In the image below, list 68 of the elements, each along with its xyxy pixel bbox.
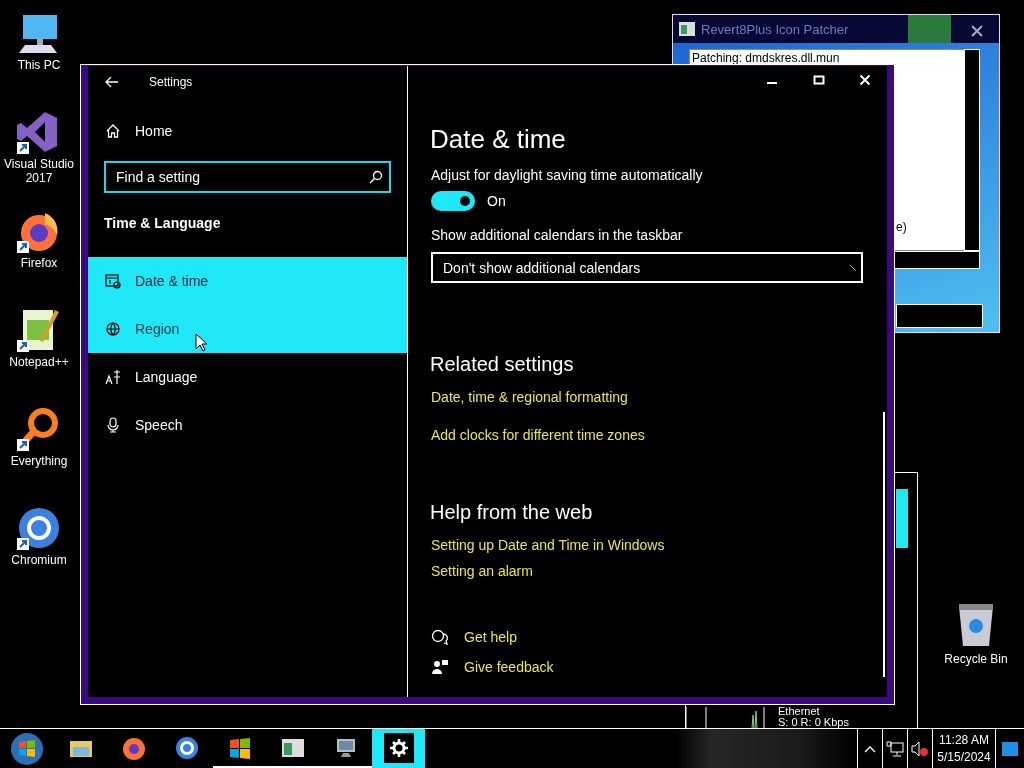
- speaker-icon: [911, 740, 929, 757]
- footer-link[interactable]: Get help: [464, 629, 517, 645]
- nav-item[interactable]: Language: [88, 353, 407, 401]
- network-tray-button[interactable]: [882, 729, 907, 768]
- chromium-icon: [173, 734, 200, 761]
- window-title: Revert8Plus Icon Patcher: [701, 21, 849, 37]
- settings-link[interactable]: Add clocks for different time zones: [431, 427, 645, 443]
- input-field[interactable]: [896, 304, 983, 328]
- scrollbar-thumb[interactable]: [896, 489, 908, 548]
- maximize-button[interactable]: [813, 74, 825, 86]
- app-icon: [679, 22, 695, 36]
- microphone-icon: [105, 417, 121, 433]
- help-link[interactable]: Setting up Date and Time in Windows: [431, 537, 665, 553]
- minimize-icon: [767, 82, 777, 84]
- maximize-icon: [813, 74, 825, 86]
- nav-item[interactable]: Region: [88, 305, 407, 353]
- scrollbar-thumb[interactable]: [883, 412, 885, 677]
- home-icon: [105, 123, 121, 139]
- notification-icon: [1002, 741, 1018, 756]
- desktop-icon-label[interactable]: Visual Studio 2017: [0, 157, 78, 185]
- search-input[interactable]: Find a setting: [116, 169, 369, 185]
- desktop-icon-label[interactable]: Firefox: [20, 256, 58, 270]
- back-icon[interactable]: [105, 76, 119, 88]
- chevron-up-icon: [864, 744, 876, 753]
- clock-time: 11:28 AM: [939, 731, 989, 749]
- help-link[interactable]: Setting an alarm: [431, 563, 533, 579]
- toggle-switch[interactable]: [431, 191, 475, 211]
- log-line: Patching: dmdskres.dll.mun: [692, 51, 840, 65]
- footer-link[interactable]: Give feedback: [464, 659, 554, 675]
- desktop-icon-label[interactable]: Notepad++: [9, 355, 69, 369]
- desktop-icon-label[interactable]: This PC: [17, 58, 61, 72]
- nav-item[interactable]: Date & time: [88, 257, 407, 305]
- setting-label: Show additional calendars in the taskbar: [431, 227, 683, 243]
- calendar-dropdown[interactable]: Don't show additional calendars: [431, 252, 863, 283]
- scrollbar[interactable]: [964, 49, 980, 251]
- log-line: e): [896, 220, 907, 234]
- desktop-icon-label[interactable]: Chromium: [11, 553, 67, 567]
- calendar-icon: [105, 273, 121, 289]
- clock-date: 5/15/2024: [937, 748, 991, 766]
- nav-item[interactable]: Speech: [88, 401, 407, 449]
- taskbar-button[interactable]: [372, 729, 425, 768]
- feedback-icon: [431, 659, 449, 675]
- close-icon: [859, 74, 871, 86]
- desktop-icon-label[interactable]: Recycle Bin: [944, 652, 1008, 666]
- close-button[interactable]: [859, 74, 871, 86]
- network-icon: [886, 740, 904, 757]
- toggle-state: On: [487, 193, 506, 209]
- search-field[interactable]: Find a setting: [104, 161, 391, 193]
- home-link[interactable]: Home: [105, 123, 173, 139]
- network-adapter: Ethernet: [778, 706, 820, 717]
- settings-link[interactable]: Date, time & regional formatting: [431, 389, 628, 405]
- page-title: Date & time: [430, 124, 566, 155]
- chevron-icon: [849, 263, 857, 272]
- section-heading: Related settings: [430, 353, 574, 376]
- section-heading: Help from the web: [430, 501, 593, 524]
- search-icon[interactable]: [369, 170, 383, 184]
- network-rates: S: 0 R: 0 Kbps: [778, 717, 849, 728]
- setting-label: Adjust for daylight saving time automatically: [431, 167, 703, 183]
- gear-icon: [383, 732, 414, 763]
- globe-icon: [105, 321, 121, 337]
- section-heading: Time & Language: [104, 215, 222, 231]
- window-title: Settings: [149, 75, 193, 89]
- language-icon: [105, 369, 121, 385]
- desktop-icon-label[interactable]: Everything: [10, 454, 68, 468]
- clock[interactable]: 11:28 AM 5/15/2024: [932, 729, 996, 768]
- chat-help-icon: [431, 629, 449, 645]
- recycle-bin-icon[interactable]: [956, 602, 996, 648]
- cursor-icon: [195, 333, 208, 352]
